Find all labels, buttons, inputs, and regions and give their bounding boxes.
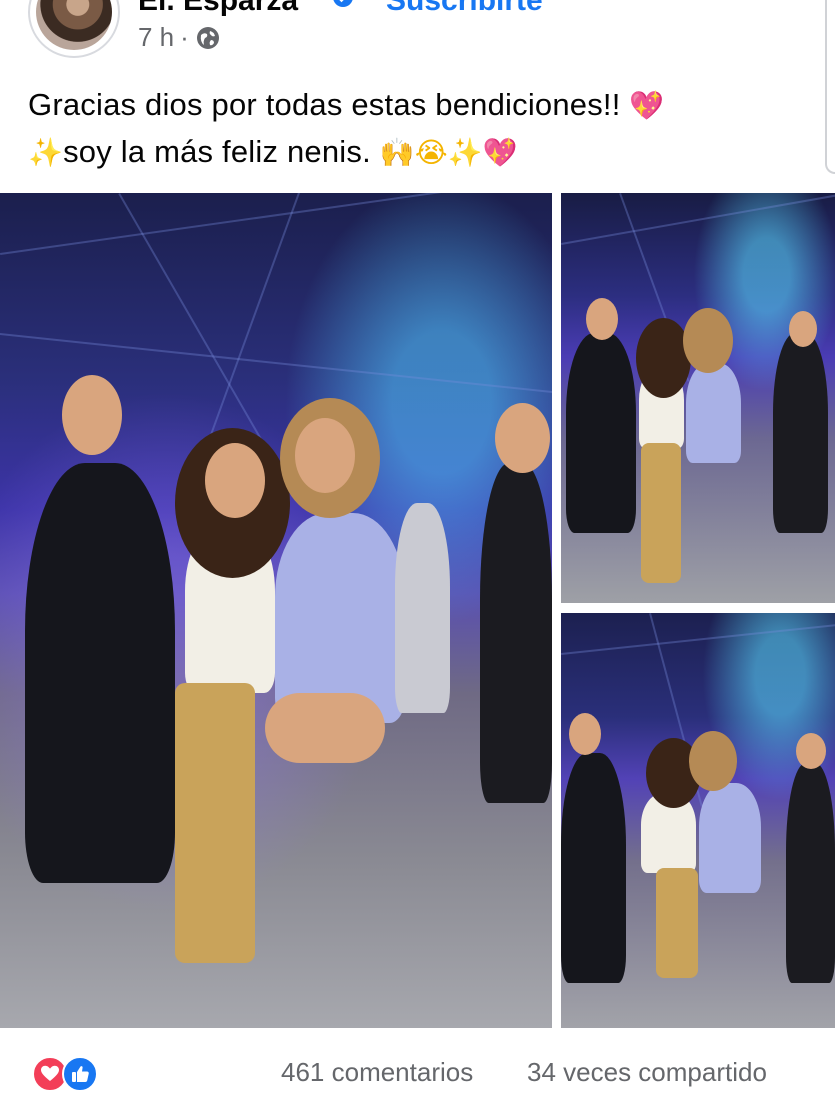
post-meta: 7 h · xyxy=(138,22,221,53)
verified-badge-icon xyxy=(332,0,354,8)
photo-top-right[interactable] xyxy=(561,193,835,603)
author-name[interactable]: Ei. Esparza xyxy=(138,0,298,18)
photo-main[interactable] xyxy=(0,193,552,1028)
avatar-image xyxy=(36,0,112,50)
sparkles-emoji: ✨ xyxy=(28,136,64,169)
comments-count[interactable]: 461 comentarios xyxy=(281,1057,473,1088)
post-header: Ei. Esparza Suscribirte 7 h · xyxy=(0,0,835,70)
globe-icon[interactable] xyxy=(195,25,221,51)
sparkling-heart-emoji: 💖 xyxy=(629,89,665,122)
like-reaction-icon xyxy=(62,1056,98,1092)
caption-text-2: soy la más feliz nenis. xyxy=(63,134,371,169)
meta-separator: · xyxy=(180,22,189,52)
post-timestamp[interactable]: 7 h xyxy=(138,22,174,53)
post-footer: 461 comentarios 34 veces compartido xyxy=(0,1028,835,1114)
scroll-indicator xyxy=(825,0,835,174)
shares-count[interactable]: 34 veces compartido xyxy=(527,1057,767,1088)
reaction-summary[interactable] xyxy=(32,1056,112,1092)
photo-bottom-right[interactable] xyxy=(561,613,835,1028)
post-caption: Gracias dios por todas estas bendiciones… xyxy=(28,82,808,176)
sparkling-heart-emoji-2: 💖 xyxy=(482,136,518,169)
subscribe-button[interactable]: Suscribirte xyxy=(386,0,543,18)
caption-text-1: Gracias dios por todas estas bendiciones… xyxy=(28,87,621,122)
raising-hands-emoji: 🙌 xyxy=(379,136,415,169)
sparkles-emoji-2: ✨ xyxy=(447,136,483,169)
crying-face-emoji: 😭 xyxy=(414,136,448,169)
caption-line-2: ✨soy la más feliz nenis. 🙌😭✨💖 xyxy=(28,129,808,176)
author-avatar[interactable] xyxy=(28,0,120,58)
caption-line-1: Gracias dios por todas estas bendiciones… xyxy=(28,82,808,129)
